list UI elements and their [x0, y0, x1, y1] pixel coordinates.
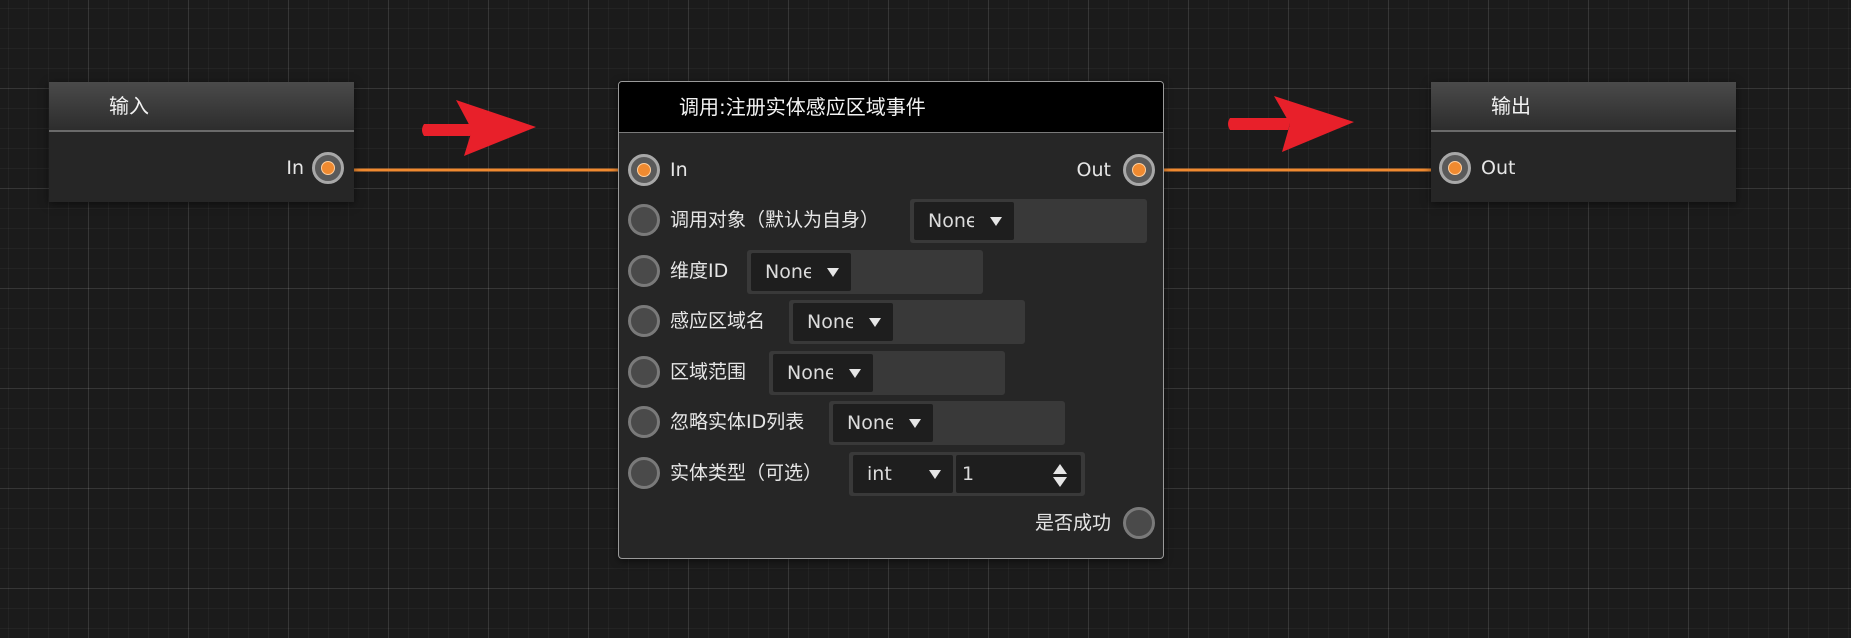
- main-exec-out-label: Out: [1076, 159, 1111, 181]
- param-area-name-label: 感应区域名: [670, 310, 766, 332]
- output-node-title: 输出: [1431, 82, 1736, 132]
- param-caller-dropdown[interactable]: None: [914, 202, 1014, 240]
- chevron-down-icon: [849, 369, 861, 378]
- output-pin-label: Out: [1481, 157, 1516, 179]
- main-exec-out-pin[interactable]: [1123, 154, 1155, 186]
- arrow-right-icon: [1228, 96, 1354, 152]
- param-ignore-ids-dropdown[interactable]: None: [833, 404, 933, 442]
- param-entity-type-number-input[interactable]: 1: [956, 455, 1081, 493]
- param-area-name-dropdown[interactable]: None: [793, 303, 893, 341]
- graph-canvas[interactable]: 输入 In 输出 Out 调用:注册实体感应区域事件 In Out 调用对象（默…: [0, 0, 1851, 638]
- param-dimension-label: 维度ID: [670, 260, 729, 282]
- input-exec-pin[interactable]: [312, 152, 344, 184]
- param-caller-label: 调用对象（默认为自身）: [670, 209, 880, 231]
- main-exec-in-pin[interactable]: [628, 154, 660, 186]
- param-entity-type-pin[interactable]: [628, 457, 660, 489]
- param-ignore-ids-label: 忽略实体ID列表: [670, 411, 805, 433]
- param-area-range-dropdown[interactable]: None: [773, 354, 873, 392]
- spin-up-icon[interactable]: [1053, 464, 1067, 474]
- main-exec-in-label: In: [670, 159, 688, 181]
- param-area-name-pin[interactable]: [628, 305, 660, 337]
- success-output-label: 是否成功: [1034, 512, 1111, 534]
- arrow-right-icon: [422, 100, 536, 156]
- spin-down-icon[interactable]: [1053, 477, 1067, 487]
- param-ignore-ids-pin[interactable]: [628, 406, 660, 438]
- param-area-range-pin[interactable]: [628, 356, 660, 388]
- param-area-range-label: 区域范围: [670, 361, 747, 383]
- param-dimension-pin[interactable]: [628, 255, 660, 287]
- main-node-title: 调用:注册实体感应区域事件: [619, 82, 1163, 133]
- chevron-down-icon: [827, 268, 839, 277]
- input-node[interactable]: 输入 In: [49, 82, 354, 202]
- param-caller-pin[interactable]: [628, 204, 660, 236]
- chevron-down-icon: [990, 217, 1002, 226]
- input-pin-label: In: [286, 157, 304, 179]
- output-exec-pin[interactable]: [1439, 152, 1471, 184]
- output-node[interactable]: 输出 Out: [1431, 82, 1736, 202]
- param-dimension-dropdown[interactable]: None: [751, 253, 851, 291]
- main-node[interactable]: 调用:注册实体感应区域事件 In Out 调用对象（默认为自身） None 维度…: [618, 81, 1164, 559]
- chevron-down-icon: [909, 419, 921, 428]
- param-entity-type-dropdown[interactable]: int: [853, 455, 953, 493]
- success-output-pin[interactable]: [1123, 507, 1155, 539]
- chevron-down-icon: [929, 470, 941, 479]
- param-entity-type-label: 实体类型（可选）: [670, 462, 823, 484]
- input-node-title: 输入: [49, 82, 354, 132]
- chevron-down-icon: [869, 318, 881, 327]
